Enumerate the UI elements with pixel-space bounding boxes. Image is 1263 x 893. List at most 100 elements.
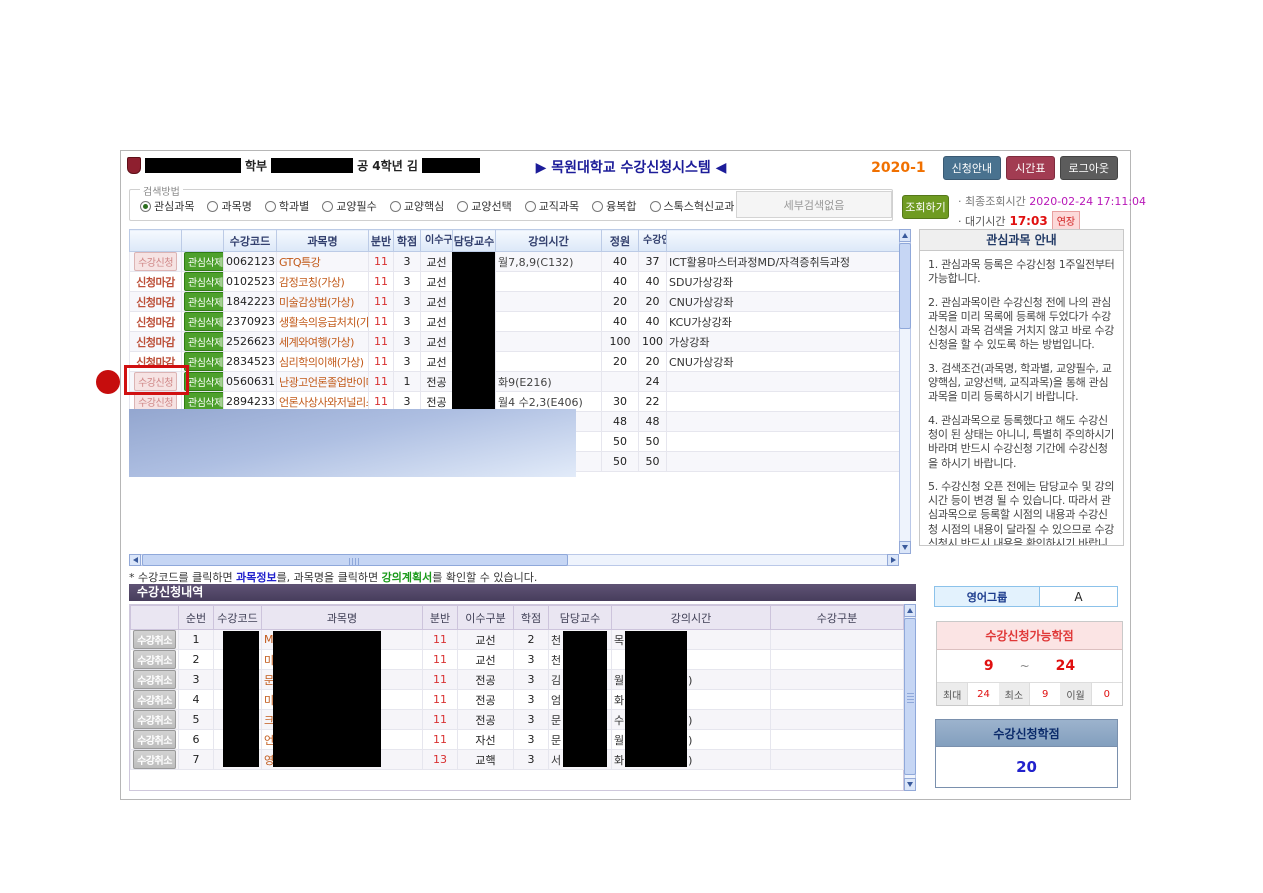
- horizontal-scrollbar-thumb[interactable]: [142, 554, 568, 566]
- section-cell: 11: [369, 352, 394, 372]
- radio-icon[interactable]: [650, 201, 661, 212]
- course-code-link[interactable]: 0102523: [224, 272, 277, 292]
- radio-icon[interactable]: [457, 201, 468, 212]
- enroll-type-cell: [771, 710, 904, 730]
- remove-interest-button[interactable]: 관심삭제: [184, 252, 224, 271]
- remove-interest-button[interactable]: 관심삭제: [184, 352, 224, 371]
- cancel-button[interactable]: 수강취소: [133, 690, 176, 709]
- applied-credits-box: 수강신청학점 20: [935, 719, 1118, 788]
- radio-icon[interactable]: [592, 201, 603, 212]
- no-cell: 2: [179, 650, 214, 670]
- course-name-link[interactable]: 난광고언론졸업반이다: [277, 372, 369, 392]
- section-cell: 11: [423, 670, 458, 690]
- time-fragment: 화: [614, 694, 624, 707]
- header-quota: 정원: [602, 230, 639, 252]
- search-option-radio[interactable]: 관심과목: [140, 198, 194, 214]
- cancel-button[interactable]: 수강취소: [133, 750, 176, 769]
- cancel-button[interactable]: 수강취소: [133, 670, 176, 689]
- section-cell: 11: [423, 730, 458, 750]
- last-query-time-value: 2020-02-24 17:11:04: [1029, 195, 1146, 208]
- radio-icon[interactable]: [207, 201, 218, 212]
- credit-stat-value: 0: [1092, 683, 1122, 705]
- enrolled-scrollbar-thumb[interactable]: [904, 618, 916, 775]
- course-name-link[interactable]: GTQ특강: [277, 252, 369, 272]
- last-query-time-label: · 최종조회시간: [958, 195, 1026, 208]
- course-code-link[interactable]: 1842223: [224, 292, 277, 312]
- course-type-cell: 교선: [421, 292, 453, 312]
- section-cell: 11: [369, 312, 394, 332]
- time-cell: [496, 312, 602, 332]
- interest-scrollbar-thumb[interactable]: [899, 243, 911, 329]
- apply-button[interactable]: 수강신청: [134, 252, 177, 271]
- header-blank: [182, 230, 224, 252]
- cancel-button[interactable]: 수강취소: [133, 730, 176, 749]
- query-button[interactable]: 조회하기: [902, 195, 949, 219]
- no-cell: 5: [179, 710, 214, 730]
- search-option-radio[interactable]: 학과별: [265, 198, 309, 214]
- cancel-button[interactable]: 수강취소: [133, 710, 176, 729]
- scroll-right-button[interactable]: [887, 554, 899, 566]
- radio-dot-icon: [143, 204, 148, 209]
- radio-icon[interactable]: [390, 201, 401, 212]
- course-type-cell: 전공: [458, 670, 514, 690]
- course-code-link[interactable]: 2834523: [224, 352, 277, 372]
- scroll-right-icon: [891, 557, 896, 563]
- cancel-button[interactable]: 수강취소: [133, 650, 176, 669]
- search-option-radio[interactable]: 과목명: [207, 198, 251, 214]
- course-name-link[interactable]: 심리학의이해(가상): [277, 352, 369, 372]
- enrolled-cell: 20: [639, 352, 667, 372]
- course-name-link[interactable]: 생활속의응급처치(가상: [277, 312, 369, 332]
- radio-icon[interactable]: [265, 201, 276, 212]
- time-fragment: 수: [614, 714, 624, 727]
- cancel-cell: 수강취소: [131, 670, 179, 690]
- scroll-up-button[interactable]: [899, 229, 911, 242]
- course-code-link[interactable]: 0560631: [224, 372, 277, 392]
- interest-cell: 관심삭제: [182, 272, 224, 292]
- course-code-link[interactable]: 2526623: [224, 332, 277, 352]
- search-option-radio[interactable]: 교양선택: [457, 198, 511, 214]
- credit-cell: 3: [514, 690, 549, 710]
- cancel-button[interactable]: 수강취소: [133, 630, 176, 649]
- remove-interest-button[interactable]: 관심삭제: [184, 372, 224, 391]
- search-option-radio[interactable]: 교양필수: [322, 198, 376, 214]
- search-option-radio[interactable]: 스톡스혁신교과: [650, 198, 735, 214]
- remove-interest-button[interactable]: 관심삭제: [184, 312, 224, 331]
- remove-interest-button[interactable]: 관심삭제: [184, 272, 224, 291]
- credit-cell: 3: [394, 312, 421, 332]
- enroll-type-cell: [771, 650, 904, 670]
- no-cell: 3: [179, 670, 214, 690]
- logout-button[interactable]: 로그아웃: [1060, 156, 1118, 180]
- timetable-button[interactable]: 시간표: [1006, 156, 1054, 180]
- remove-interest-button[interactable]: 관심삭제: [184, 292, 224, 311]
- course-code-link[interactable]: 0062123: [224, 252, 277, 272]
- time-suffix: ): [688, 734, 692, 747]
- radio-icon[interactable]: [140, 201, 151, 212]
- extend-button[interactable]: 연장: [1052, 211, 1080, 230]
- student-label: 공 4학년 김: [357, 157, 418, 174]
- guide-button[interactable]: 신청안내: [943, 156, 1001, 180]
- course-name-link[interactable]: 감정코칭(가상): [277, 272, 369, 292]
- scroll-up-button[interactable]: [904, 604, 916, 617]
- redacted-name-column: [273, 631, 381, 767]
- course-name-link[interactable]: 미술감상법(가상): [277, 292, 369, 312]
- course-type-cell: 교선: [421, 332, 453, 352]
- enrolled-cell: 50: [639, 432, 667, 452]
- scroll-down-button[interactable]: [904, 778, 916, 791]
- credit-cell: 3: [394, 332, 421, 352]
- radio-icon[interactable]: [322, 201, 333, 212]
- scroll-down-button[interactable]: [899, 541, 911, 554]
- detail-filter-box[interactable]: 세부검색없음: [736, 191, 892, 218]
- interest-cell: 관심삭제: [182, 312, 224, 332]
- search-option-label: 교양핵심: [404, 198, 444, 214]
- time-fragment: 목: [614, 634, 624, 647]
- course-name-link[interactable]: 세계와여행(가상): [277, 332, 369, 352]
- course-code-link[interactable]: 2370923: [224, 312, 277, 332]
- remove-interest-button[interactable]: 관심삭제: [184, 332, 224, 351]
- scroll-left-button[interactable]: [129, 554, 141, 566]
- search-option-radio[interactable]: 교양핵심: [390, 198, 444, 214]
- redacted-time-column: [625, 631, 687, 767]
- credit-stat-label: 최소: [999, 683, 1030, 705]
- search-option-radio[interactable]: 교직과목: [525, 198, 579, 214]
- radio-icon[interactable]: [525, 201, 536, 212]
- search-option-radio[interactable]: 융복합: [592, 198, 636, 214]
